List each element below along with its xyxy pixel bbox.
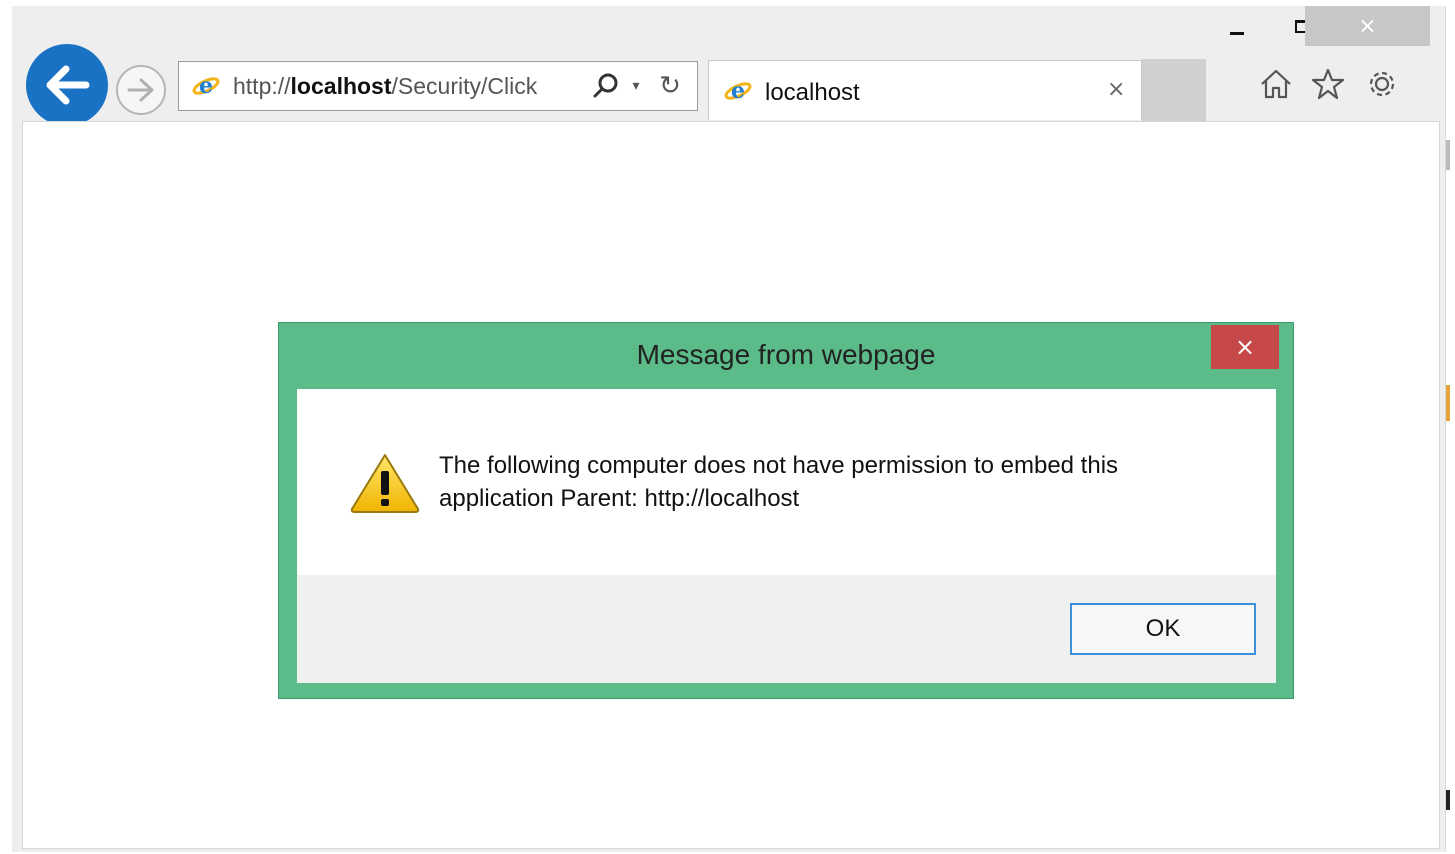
address-bar[interactable]: e http://localhost/Security/Click ▾ ↻ <box>178 61 698 111</box>
minimize-icon <box>1230 31 1244 35</box>
home-button[interactable] <box>1256 64 1296 104</box>
ie-logo-icon: e <box>192 73 220 99</box>
favorites-button[interactable] <box>1308 64 1348 104</box>
back-arrow-icon <box>46 65 90 105</box>
svg-text:e: e <box>731 78 745 104</box>
url-host: localhost <box>290 73 392 99</box>
window-close-icon: × <box>1358 13 1377 39</box>
warning-icon <box>350 454 420 513</box>
address-dropdown-button[interactable]: ▾ <box>625 70 647 102</box>
edge-mark <box>1446 140 1450 170</box>
url-text[interactable]: http://localhost/Security/Click <box>233 73 573 100</box>
window-close-button[interactable]: × <box>1305 6 1430 46</box>
dialog-title: Message from webpage <box>636 339 936 370</box>
edge-mark <box>1446 790 1450 810</box>
tab-title: localhost <box>765 79 860 106</box>
close-icon: × <box>1234 333 1256 361</box>
star-icon <box>1311 68 1345 100</box>
svg-text:e: e <box>199 73 213 99</box>
minimize-button[interactable] <box>1214 6 1260 46</box>
url-prefix: http:// <box>233 73 291 99</box>
address-search-button[interactable] <box>589 70 623 102</box>
tab-localhost[interactable]: e localhost × <box>708 60 1142 120</box>
dialog-message: The following computer does not have per… <box>439 452 1119 512</box>
home-icon <box>1261 69 1291 99</box>
dialog-footer: OK <box>297 575 1276 683</box>
gear-icon <box>1369 71 1395 97</box>
search-icon <box>593 73 618 98</box>
tab-ie-logo-icon: e <box>724 78 752 104</box>
edge-mark <box>1446 385 1450 421</box>
forward-arrow-icon <box>127 78 154 102</box>
url-path: /Security/Click <box>391 73 538 99</box>
forward-button[interactable] <box>116 65 166 115</box>
tools-button[interactable] <box>1362 64 1402 104</box>
tab-close-icon[interactable]: × <box>1107 77 1125 102</box>
dialog-close-button[interactable]: × <box>1211 325 1279 369</box>
message-dialog: Message from webpage × The following com… <box>278 322 1294 699</box>
refresh-button[interactable]: ↻ <box>653 70 687 102</box>
new-tab-button[interactable] <box>1142 59 1206 121</box>
chevron-down-icon: ▾ <box>632 78 640 94</box>
refresh-icon: ↻ <box>659 71 681 101</box>
back-button[interactable] <box>26 44 108 126</box>
ok-button[interactable]: OK <box>1070 603 1256 655</box>
dialog-body: The following computer does not have per… <box>297 389 1276 575</box>
